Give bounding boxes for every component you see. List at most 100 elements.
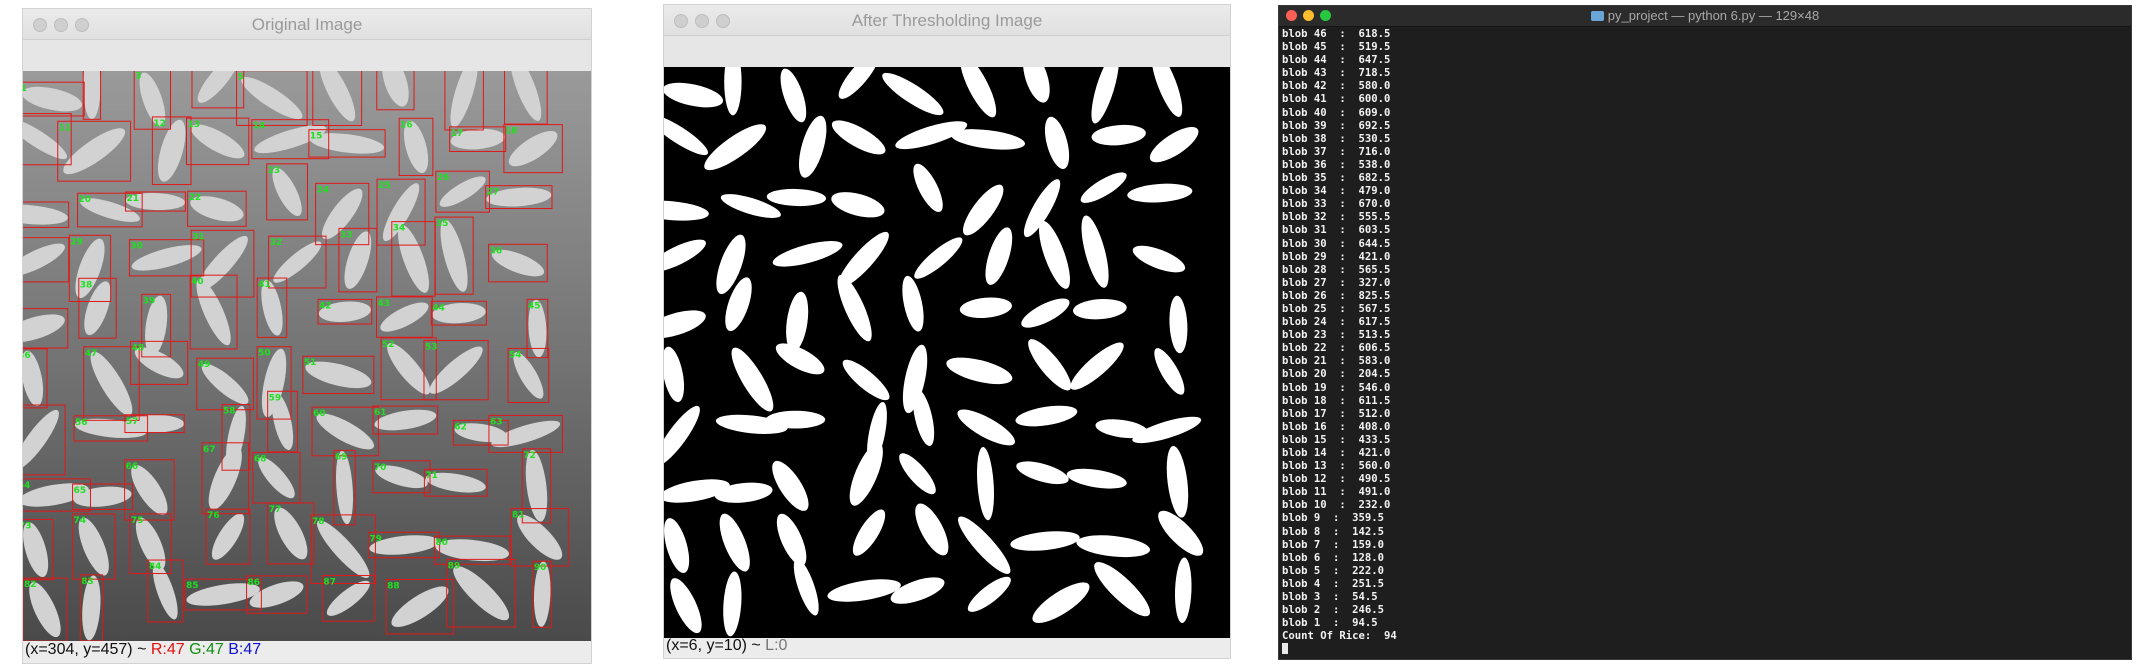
terminal-line: blob 37 : 716.0 <box>1282 145 1391 158</box>
blob-label: 51 <box>304 358 317 368</box>
blob-label: 39 <box>143 296 156 306</box>
blob-label: 53 <box>425 343 438 353</box>
terminal-line: blob 24 : 617.5 <box>1282 316 1391 329</box>
status-bar: (x=6, y=10) ~ L:0 <box>666 637 787 655</box>
blob-label: 44 <box>432 303 445 313</box>
blob-label: 18 <box>505 127 518 137</box>
blob-label: 24 <box>317 185 330 195</box>
blob-label: 45 <box>528 301 541 311</box>
terminal-line: blob 26 : 825.5 <box>1282 289 1391 302</box>
terminal-line: blob 16 : 408.0 <box>1282 420 1391 433</box>
blob-label: 21 <box>126 194 139 204</box>
blob-label: 33 <box>340 230 353 240</box>
terminal-line: blob 40 : 609.0 <box>1282 106 1391 119</box>
blob-label: 38 <box>80 280 93 290</box>
terminal-line: blob 42 : 580.0 <box>1282 80 1391 93</box>
terminal-line: blob 14 : 421.0 <box>1282 447 1391 459</box>
blob-label: 75 <box>131 516 144 526</box>
blob-label: 20 <box>79 195 92 205</box>
terminal-window: py_project — python 6.py — 129×48 blob 4… <box>1278 5 2132 660</box>
blob-label: 43 <box>378 299 391 309</box>
blob-label: 29 <box>70 237 83 247</box>
blob-label: 62 <box>454 422 467 432</box>
red-value: R:47 <box>150 641 185 658</box>
blob-label: 52 <box>382 340 395 350</box>
terminal-line: blob 13 : 560.0 <box>1282 460 1391 473</box>
blob-label: 34 <box>393 224 406 234</box>
blob-label: 54 <box>509 350 522 360</box>
blob-label: 88 <box>387 581 400 591</box>
terminal-output[interactable]: blob 46 : 618.5 blob 45 : 519.5 blob 44 : … <box>1282 28 2127 655</box>
blue-value: B:47 <box>228 641 262 658</box>
blob-label: 82 <box>24 580 37 590</box>
terminal-line: blob 10 : 232.0 <box>1282 499 1391 512</box>
terminal-line: blob 20 : 204.5 <box>1282 368 1391 381</box>
blob-label: 71 <box>425 471 438 481</box>
terminal-line: blob 31 : 603.5 <box>1282 224 1391 237</box>
blob-label: 49 <box>198 360 211 370</box>
terminal-line: blob 39 : 692.5 <box>1282 119 1391 132</box>
terminal-line: blob 4 : 251.5 <box>1282 577 1385 590</box>
original-image-window: Original Image 1234567891011121314151617… <box>22 8 592 664</box>
blob-label: 14 <box>253 122 266 132</box>
blob-label: 67 <box>203 445 216 455</box>
blob-label: 32 <box>270 238 283 248</box>
blob-label: 70 <box>374 463 387 473</box>
blob-label: 42 <box>319 301 332 311</box>
blob-label: 47 <box>85 349 98 359</box>
blob-label: 16 <box>400 120 413 130</box>
cursor-coords: (x=6, y=10) ~ <box>666 637 766 654</box>
blob-label: 73 <box>23 521 32 531</box>
blob-label: 78 <box>312 517 325 527</box>
terminal-line: blob 38 : 530.5 <box>1282 132 1391 145</box>
blob-label: 26 <box>437 173 450 183</box>
blob-label: 76 <box>207 511 220 521</box>
terminal-line: blob 27 : 327.0 <box>1282 276 1391 289</box>
blob-label: 36 <box>490 246 503 256</box>
blob-label: 63 <box>490 417 503 427</box>
blob-label: 58 <box>223 407 236 417</box>
green-value: G:47 <box>189 641 224 658</box>
terminal-line: blob 21 : 583.0 <box>1282 355 1391 368</box>
terminal-line: blob 1 : 94.5 <box>1282 617 1378 630</box>
terminal-line: blob 45 : 519.5 <box>1282 41 1391 54</box>
blob-label: 87 <box>323 577 336 587</box>
terminal-titlebar[interactable]: py_project — python 6.py — 129×48 <box>1279 6 2131 27</box>
terminal-line: blob 19 : 546.0 <box>1282 381 1391 394</box>
terminal-line: blob 44 : 647.5 <box>1282 54 1391 67</box>
text-cursor <box>1282 643 1288 655</box>
blob-label: 57 <box>126 417 139 427</box>
terminal-line: blob 15 : 433.5 <box>1282 433 1391 446</box>
terminal-line: blob 41 : 600.0 <box>1282 93 1391 106</box>
terminal-line: blob 29 : 421.0 <box>1282 250 1391 263</box>
blob-label: 15 <box>310 132 323 142</box>
blob-label: 80 <box>435 538 448 548</box>
terminal-line: blob 33 : 670.0 <box>1282 198 1391 211</box>
terminal-line: blob 3 : 54.5 <box>1282 591 1378 604</box>
terminal-line: blob 35 : 682.5 <box>1282 172 1391 185</box>
blob-label: 13 <box>188 120 201 130</box>
blob-label: 17 <box>451 129 464 139</box>
terminal-line: blob 25 : 567.5 <box>1282 302 1391 315</box>
blob-label: 81 <box>512 511 525 521</box>
blob-label: 83 <box>81 577 94 587</box>
blob-label: 27 <box>487 188 500 198</box>
blob-label: 69 <box>335 452 348 462</box>
window-titlebar[interactable]: Original Image <box>23 9 591 40</box>
blob-label: 61 <box>374 408 387 418</box>
terminal-scrollbar[interactable] <box>2123 30 2129 650</box>
terminal-line: blob 12 : 490.5 <box>1282 473 1391 486</box>
blob-label: 59 <box>269 393 282 403</box>
original-image-canvas[interactable]: 1234567891011121314151617181920212223242… <box>23 71 591 641</box>
terminal-line: blob 22 : 606.5 <box>1282 342 1391 355</box>
blob-label: 40 <box>191 277 204 287</box>
terminal-line: blob 2 : 246.5 <box>1282 604 1385 617</box>
blob-label: 41 <box>258 280 271 290</box>
blob-label: 50 <box>258 349 271 359</box>
blob-label: 22 <box>189 193 202 203</box>
terminal-line: blob 30 : 644.5 <box>1282 237 1391 250</box>
blob-label: 64 <box>23 481 30 491</box>
terminal-line: blob 5 : 222.0 <box>1282 564 1385 577</box>
window-titlebar[interactable]: After Thresholding Image <box>664 5 1230 36</box>
threshold-image-canvas[interactable] <box>664 67 1230 638</box>
